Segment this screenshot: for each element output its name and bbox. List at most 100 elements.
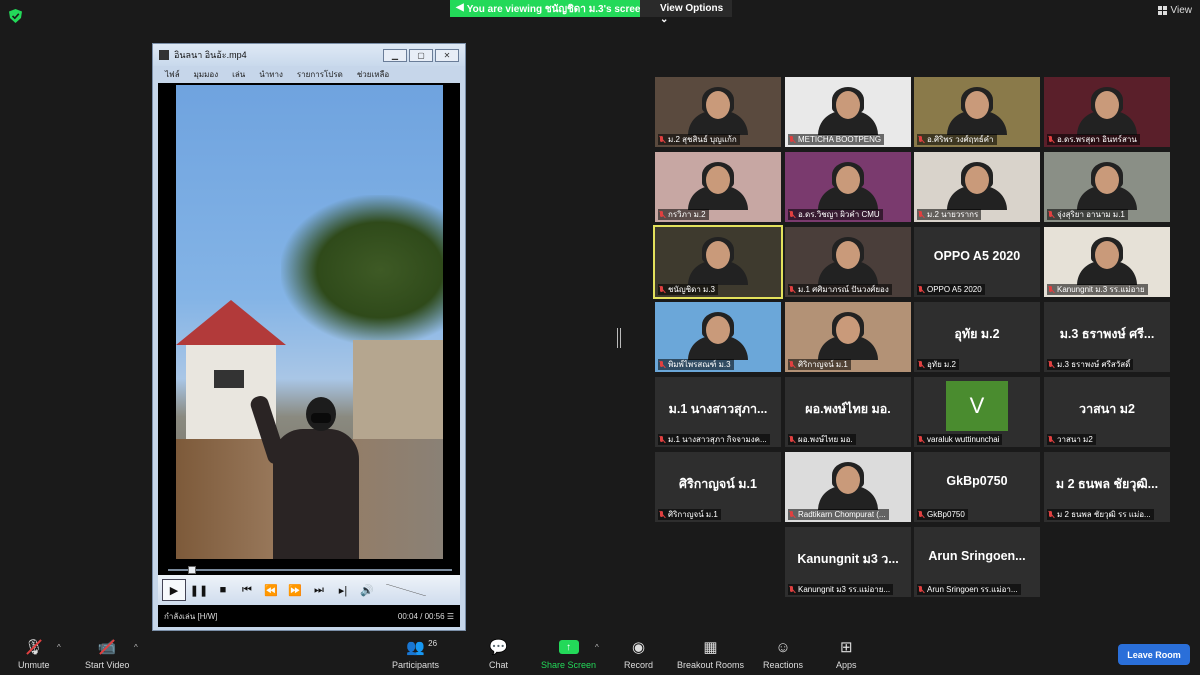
- participant-name: ม.1 นางสาวสุภา กิจจามงค...: [668, 435, 767, 444]
- share-screen-label: Share Screen: [541, 660, 597, 670]
- player-menu-bar: ไฟล์ มุมมอง เล่น นำทาง รายการโปรด ช่วยเห…: [153, 66, 465, 82]
- menu-help[interactable]: ช่วยเหลือ: [357, 68, 389, 81]
- participant-name-label: ม.1 ศศิมาภรณ์ ปันวงศ์ยอง: [788, 284, 892, 295]
- participant-tile[interactable]: ผอ.พงษ์ไทย มอ. ผอ.พงษ์ไทย มอ.: [785, 377, 911, 447]
- menu-navigate[interactable]: นำทาง: [259, 68, 283, 81]
- participant-tile[interactable]: อ.ศิริพร วงศ์ฤทธ์คำ: [914, 77, 1040, 147]
- player-status-bar: กำลังเล่น [H/W] 00:04 / 00:56 ☰: [158, 605, 460, 627]
- participant-name-label: Kanungnit ม.3 รร.แม่อาย: [1047, 284, 1148, 295]
- participant-tile[interactable]: จุ่งสุริยา อานาม ม.1: [1044, 152, 1170, 222]
- share-screen-icon: ↑: [558, 640, 579, 654]
- stop-icon[interactable]: ■: [212, 579, 234, 601]
- close-button[interactable]: ✕: [435, 49, 459, 62]
- participant-tile[interactable]: วาสนา ม2 วาสนา ม2: [1044, 377, 1170, 447]
- view-options-label: View Options: [660, 3, 724, 14]
- menu-view[interactable]: มุมมอง: [194, 68, 219, 81]
- participant-tile[interactable]: Kanungnit ม.3 รร.แม่อาย: [1044, 227, 1170, 297]
- participant-tile[interactable]: ม 2 ธนพล ชัยวุฒิ... ม 2 ธนพล ชัยวุฒิ รร แ…: [1044, 452, 1170, 522]
- view-options-button[interactable]: View Options ⌄: [640, 0, 732, 25]
- view-button-label: View: [1170, 5, 1193, 16]
- participant-name-label: ม.2 สุชสินธ์ บุญแก้ก: [658, 134, 740, 145]
- participant-name-label: ศิริกาญจน์ ม.1: [788, 359, 851, 370]
- share-screen-button[interactable]: ↑ Share Screen: [541, 637, 596, 670]
- participant-tile[interactable]: อุทัย ม.2 อุทัย ม.2: [914, 302, 1040, 372]
- participant-name-label: วาสนา ม2: [1047, 434, 1096, 445]
- share-options-caret[interactable]: ^: [595, 643, 599, 652]
- muted-mic-icon: [788, 510, 796, 519]
- menu-play[interactable]: เล่น: [232, 68, 245, 81]
- participant-tile[interactable]: ชนัญชิดา ม.3: [653, 225, 783, 299]
- frame-step-icon[interactable]: ▸|: [332, 579, 354, 601]
- breakout-rooms-label: Breakout Rooms: [677, 660, 745, 670]
- options-icon[interactable]: ☰: [447, 612, 454, 621]
- participant-display-name: ม 2 ธนพล ชัยวุฒิ...: [1055, 477, 1159, 491]
- security-shield-icon[interactable]: [9, 9, 22, 23]
- participant-name: ม.1 ศศิมาภรณ์ ปันวงศ์ยอง: [798, 285, 889, 294]
- participant-tile[interactable]: กรวิภา ม.2: [655, 152, 781, 222]
- reactions-icon: ☺: [775, 638, 791, 656]
- participant-tile[interactable]: OPPO A5 2020 OPPO A5 2020: [914, 227, 1040, 297]
- muted-mic-icon: [788, 210, 796, 219]
- participant-tile[interactable]: ม.1 นางสาวสุภา... ม.1 นางสาวสุภา กิจจามงค…: [655, 377, 781, 447]
- unmute-button[interactable]: 🎙 Unmute: [18, 637, 50, 670]
- previous-icon[interactable]: ⏮: [236, 579, 258, 601]
- participant-tile[interactable]: Vvaraluk wuttinunchai: [914, 377, 1040, 447]
- participant-tile[interactable]: Arun Sringoen... Arun Sringoen รร.แม่อา..…: [914, 527, 1040, 597]
- participant-name: วาสนา ม2: [1057, 435, 1093, 444]
- participant-tile[interactable]: ม.1 ศศิมาภรณ์ ปันวงศ์ยอง: [785, 227, 911, 297]
- split-view-handle[interactable]: [617, 328, 621, 348]
- participant-name-label: พิมพ์ไพรสณฑ์ ม.3: [658, 359, 734, 370]
- view-layout-button[interactable]: View: [1157, 5, 1193, 16]
- audio-options-caret[interactable]: ^: [57, 643, 61, 652]
- participant-name-label: ม.3 ธราพงษ์ ศรีสวัสดิ์: [1047, 359, 1134, 370]
- play-icon[interactable]: ▶: [162, 579, 186, 601]
- muted-mic-icon: [917, 585, 925, 594]
- participant-name: Arun Sringoen รร.แม่อา...: [927, 585, 1018, 594]
- participant-tile[interactable]: ศิริกาญจน์ ม.1 ศิริกาญจน์ ม.1: [655, 452, 781, 522]
- participant-display-name: GkBp0750: [946, 474, 1008, 488]
- menu-favorites[interactable]: รายการโปรด: [297, 68, 343, 81]
- volume-slider[interactable]: [386, 584, 426, 596]
- fast-forward-icon[interactable]: ⏩: [284, 579, 306, 601]
- participant-tile[interactable]: ม.2 นายวรากร: [914, 152, 1040, 222]
- leave-room-button[interactable]: Leave Room: [1118, 644, 1190, 665]
- seek-knob[interactable]: [187, 566, 196, 574]
- participant-tile[interactable]: Kanungnit ม3 ว... Kanungnit ม3 รร.แม่อาย.…: [785, 527, 911, 597]
- muted-mic-icon: [658, 210, 666, 219]
- rewind-icon[interactable]: ⏪: [260, 579, 282, 601]
- apps-icon: ⊞: [839, 639, 853, 656]
- muted-mic-icon: [788, 435, 796, 444]
- breakout-rooms-button[interactable]: ▦ Breakout Rooms: [677, 637, 744, 670]
- participants-button[interactable]: 👥 26 Participants: [392, 637, 439, 670]
- minimize-button[interactable]: ▁: [383, 49, 407, 62]
- reactions-button[interactable]: ☺ Reactions: [763, 637, 803, 671]
- maximize-button[interactable]: ▢: [409, 49, 433, 62]
- muted-mic-icon: [1047, 285, 1055, 294]
- muted-mic-icon: [1047, 360, 1055, 369]
- participant-tile[interactable]: GkBp0750 GkBp0750: [914, 452, 1040, 522]
- participant-tile[interactable]: ม.2 สุชสินธ์ บุญแก้ก: [655, 77, 781, 147]
- muted-mic-icon: [917, 435, 925, 444]
- participant-tile[interactable]: ม.3 ธราพงษ์ ศรี... ม.3 ธราพงษ์ ศรีสวัสดิ์: [1044, 302, 1170, 372]
- video-frame[interactable]: [176, 85, 443, 559]
- participant-tile[interactable]: METICHA BOOTPENG: [785, 77, 911, 147]
- participant-tile[interactable]: ศิริกาญจน์ ม.1: [785, 302, 911, 372]
- record-button[interactable]: ◉ Record: [624, 637, 653, 670]
- participant-tile[interactable]: พิมพ์ไพรสณฑ์ ม.3: [655, 302, 781, 372]
- video-options-caret[interactable]: ^: [134, 643, 138, 652]
- participant-name: METICHA BOOTPENG: [798, 135, 882, 144]
- chat-button[interactable]: 💬 Chat: [489, 637, 508, 670]
- pause-icon[interactable]: ❚❚: [188, 579, 210, 601]
- participant-tile[interactable]: Radtikarn Chompurat (...: [785, 452, 911, 522]
- participant-tile[interactable]: อ.ดร.วิชญา ผิวคำ CMU: [785, 152, 911, 222]
- seek-bar[interactable]: [162, 566, 456, 574]
- next-icon[interactable]: ⏭: [308, 579, 330, 601]
- start-video-button[interactable]: 📹 Start Video: [85, 637, 129, 670]
- participants-count: 26: [428, 639, 438, 648]
- apps-button[interactable]: ⊞ Apps: [836, 637, 857, 670]
- playback-status: กำลังเล่น [H/W]: [164, 611, 218, 621]
- volume-icon[interactable]: 🔊: [356, 579, 378, 601]
- menu-file[interactable]: ไฟล์: [165, 68, 180, 81]
- participant-name: กรวิภา ม.2: [668, 210, 706, 219]
- participant-tile[interactable]: อ.ดร.พรสุดา อินทร์สาน: [1044, 77, 1170, 147]
